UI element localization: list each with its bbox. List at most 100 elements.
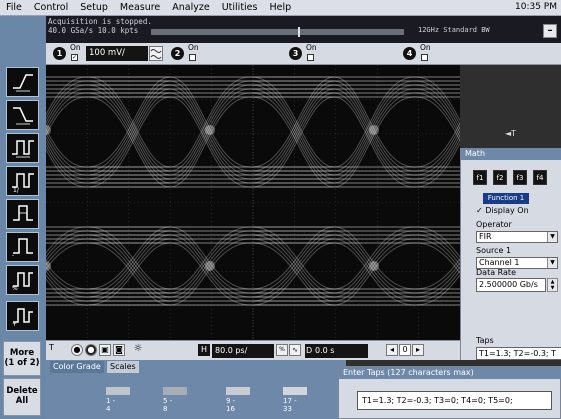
taps-label: Taps [476, 336, 494, 345]
stop-mode-button[interactable]: ● [85, 344, 97, 356]
display-on-checkbox[interactable]: ✓ Display On [476, 206, 529, 215]
channel-2-on-checkbox[interactable] [189, 54, 196, 61]
period-icon [11, 140, 34, 158]
trigger-position-icon[interactable]: ◄T [505, 128, 517, 138]
frequency-button[interactable]: 1/ [6, 166, 39, 196]
data-rate-label: Data Rate [476, 268, 516, 277]
grade-swatch-4 [283, 387, 307, 395]
measurement-toolbar: 1/ - % + More (1 of 2) Delete All [0, 16, 46, 419]
delete-all-button[interactable]: Delete All [3, 378, 41, 416]
fall-time-button[interactable] [6, 100, 39, 130]
eye-trace [254, 134, 460, 180]
function-f3-button[interactable]: f3 [513, 170, 527, 185]
spinner-wave-icon [150, 49, 162, 59]
eye-trace [169, 230, 334, 294]
eye-crossing [369, 125, 379, 135]
positive-width-button[interactable] [6, 199, 39, 229]
svg-text:+: + [12, 321, 17, 328]
menu-measure[interactable]: Measure [114, 2, 166, 13]
grade-swatch-2 [163, 387, 187, 395]
channel-4-indicator[interactable]: 4 [403, 47, 416, 60]
math-settings: ✓ Display On Operator FIR ▼ Source 1 Chan… [471, 204, 561, 360]
clock: 10:35 PM [515, 2, 557, 12]
timebase-zoom-button[interactable]: % [276, 344, 288, 356]
frequency-icon: 1/ [11, 173, 34, 193]
eye-trace [169, 234, 334, 298]
channel-1-on-label: On [70, 43, 81, 52]
positive-width-icon [12, 205, 33, 221]
menu-file[interactable]: File [0, 2, 28, 13]
run-mode-button[interactable]: ● [71, 344, 83, 356]
channel-1-indicator[interactable]: 1 [53, 47, 66, 60]
menu-utilities[interactable]: Utilities [216, 2, 264, 13]
period-button[interactable] [6, 133, 39, 163]
svg-text:-: - [12, 252, 14, 259]
channel-1-scale-spinner[interactable] [149, 46, 163, 61]
brightness-icon[interactable]: ☼ [132, 344, 144, 356]
rise-time-icon [12, 74, 33, 92]
eye-trace [254, 138, 460, 184]
grade-label-1: 1 - 4 [106, 397, 116, 413]
bandwidth-text: 12GHz Standard BW [418, 26, 490, 34]
tab-scales[interactable]: Scales [107, 361, 139, 373]
eye-trace [169, 238, 334, 302]
pulse-icon: + [12, 308, 33, 328]
more-button[interactable]: More (1 of 2) [3, 341, 41, 376]
data-rate-field[interactable]: 2.500000 Gb/s [476, 278, 546, 292]
timebase-wave-button[interactable]: ∿ [289, 344, 301, 356]
taps-field[interactable]: T1=1.3; T2=-0.3; T [476, 347, 561, 360]
delay-right-button[interactable]: ▸ [412, 344, 424, 356]
eye-trace [169, 234, 334, 298]
autoscale-button[interactable]: ▣ [99, 344, 111, 356]
function-f2-button[interactable]: f2 [493, 170, 507, 185]
timebase-field[interactable]: 80.0 ps/ [212, 344, 274, 358]
channel-4-on-label: On [420, 43, 431, 52]
camera-icon[interactable]: ◙ [113, 344, 125, 356]
channel-1-scale-field[interactable]: 100 mV/ [86, 46, 148, 61]
channel-control-row: 1 On ✓ 100 mV/ 2 On 3 On 4 On [46, 43, 561, 65]
tab-color-grade[interactable]: Color Grade [50, 361, 104, 373]
grade-swatch-3 [226, 387, 250, 395]
channel-3-on-checkbox[interactable] [307, 54, 314, 61]
channel-3-indicator[interactable]: 3 [289, 47, 302, 60]
data-rate-spinner[interactable]: ▲ ▼ [547, 278, 558, 292]
minimize-button[interactable]: – [543, 24, 557, 38]
delay-value: 0 [399, 344, 411, 356]
waveform-display[interactable] [46, 65, 460, 340]
svg-text:◄T: ◄T [505, 129, 516, 138]
channel-1-on-checkbox[interactable]: ✓ [71, 54, 78, 61]
pulse-measure-button[interactable]: + [6, 301, 39, 331]
function-f1-button[interactable]: f1 [473, 170, 487, 185]
menu-help[interactable]: Help [263, 2, 297, 13]
duty-cycle-button[interactable]: % [6, 265, 39, 295]
fall-time-icon [12, 107, 33, 125]
function-label: Function 1 [483, 193, 529, 204]
negative-width-button[interactable]: - [6, 232, 39, 262]
grade-label-3: 9 - 16 [226, 397, 236, 413]
delete-all-label: All [15, 396, 29, 406]
eye-crossing [369, 261, 379, 271]
horizontal-label: H [198, 344, 210, 356]
menu-analyze[interactable]: Analyze [166, 2, 215, 13]
menu-bar: File Control Setup Measure Analyze Utili… [0, 0, 561, 16]
math-panel: Math f1 f2 f3 f4 Function 1 ✓ Display On… [460, 148, 561, 360]
sample-rate-text: 40.0 GSa/s 10.0 kpts [48, 26, 139, 35]
delay-field[interactable]: 0.0 s [312, 344, 368, 358]
delay-left-button[interactable]: ◂ [386, 344, 398, 356]
trigger-marker: T [49, 343, 54, 352]
eye-trace [254, 80, 460, 126]
negative-width-icon: - [12, 238, 33, 259]
rise-time-button[interactable] [6, 67, 39, 97]
menu-control[interactable]: Control [28, 2, 74, 13]
enter-taps-input[interactable]: T1=1.3; T2=-0.3; T3=0; T4=0; T5=0; [357, 391, 552, 410]
channel-2-indicator[interactable]: 2 [171, 47, 184, 60]
operator-value: FIR [479, 232, 492, 241]
operator-select[interactable]: FIR ▼ [476, 231, 558, 243]
eye-crossing [205, 125, 215, 135]
function-f4-button[interactable]: f4 [533, 170, 547, 185]
more-page-label: (1 of 2) [4, 357, 40, 368]
grade-swatch-1 [106, 387, 130, 395]
menu-setup[interactable]: Setup [74, 2, 114, 13]
grade-label-2: 5 - 8 [163, 397, 173, 413]
channel-4-on-checkbox[interactable] [421, 54, 428, 61]
